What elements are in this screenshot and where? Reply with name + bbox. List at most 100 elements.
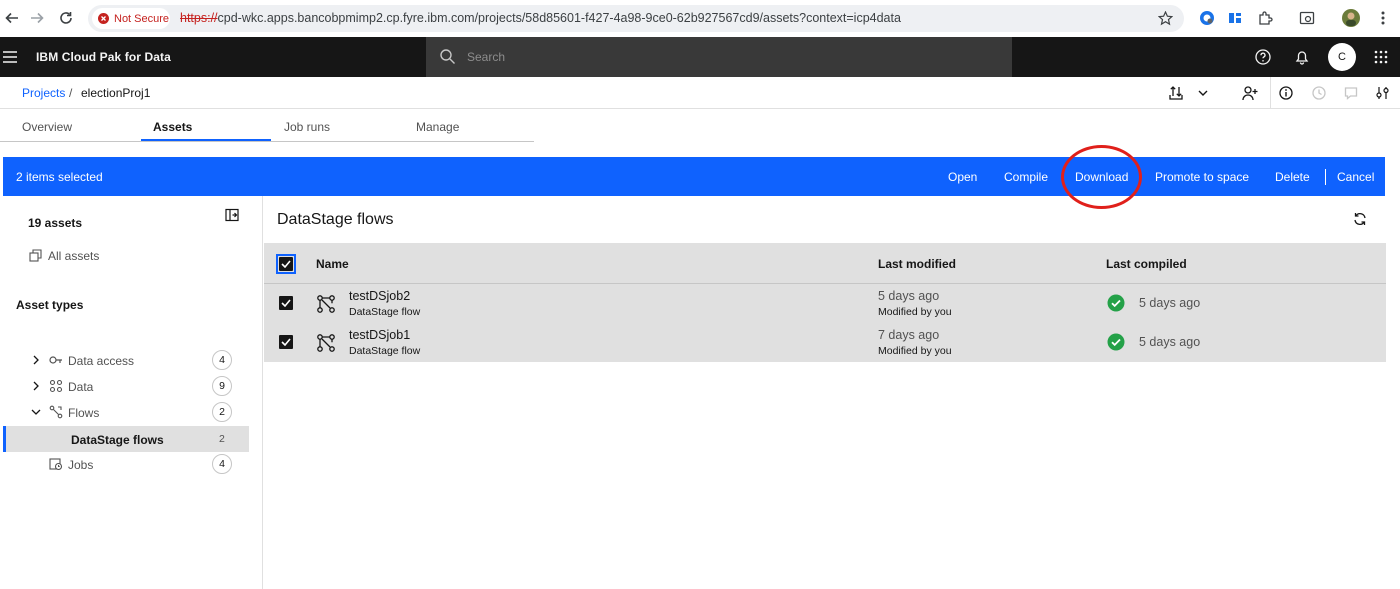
profile-avatar-icon[interactable] [1342, 9, 1360, 27]
security-label: Not Secure [114, 12, 170, 25]
column-header-name[interactable]: Name [316, 257, 349, 271]
delete-button[interactable]: Delete [1275, 170, 1310, 184]
asset-name-link[interactable]: testDSjob1 [349, 328, 410, 342]
table-header: Name Last modified Last compiled [264, 243, 1386, 284]
url-text: https://cpd-wkc.apps.bancobpmimp2.cp.fyr… [180, 11, 901, 25]
column-header-last-modified[interactable]: Last modified [878, 257, 956, 271]
bookmark-star-icon[interactable] [1158, 11, 1173, 26]
tree-item-data[interactable]: Data 9 [3, 373, 249, 399]
add-collaborator-icon[interactable] [1242, 85, 1258, 101]
assets-table: Name Last modified Last compiled testDSj… [264, 243, 1386, 362]
security-indicator[interactable]: Not Secure [92, 8, 170, 29]
cancel-button[interactable]: Cancel [1337, 170, 1374, 184]
hamburger-menu-icon[interactable] [0, 47, 20, 67]
app-header: IBM Cloud Pak for Data Search C [0, 37, 1400, 77]
notification-bell-icon[interactable] [1292, 47, 1312, 67]
count-badge: 2 [212, 402, 232, 422]
tree-item-label: DataStage flows [71, 433, 164, 447]
browser-chrome: Not Secure https://cpd-wkc.apps.bancobpm… [0, 0, 1400, 37]
back-icon[interactable] [2, 8, 22, 28]
assets-count: 19 assets [28, 216, 83, 230]
checkmark-filled-icon [1107, 333, 1125, 351]
address-bar[interactable]: Not Secure https://cpd-wkc.apps.bancobpm… [88, 5, 1184, 32]
tree-item-jobs[interactable]: Jobs 4 [3, 451, 249, 477]
project-tabs: Overview Assets Job runs Manage [0, 110, 534, 142]
copy-icon [29, 249, 43, 263]
row-checkbox[interactable] [279, 335, 293, 349]
last-compiled: 5 days ago [1139, 335, 1201, 349]
settings-adjust-icon[interactable] [1375, 85, 1391, 101]
breadcrumb-projects-link[interactable]: Projects [22, 86, 65, 100]
count-badge: 9 [212, 376, 232, 396]
chevron-right-icon[interactable] [30, 380, 42, 392]
modified-by: Modified by you [878, 306, 952, 318]
asset-types-heading: Asset types [16, 298, 84, 312]
data-icon [49, 379, 63, 393]
all-assets-link[interactable]: All assets [48, 249, 99, 263]
column-header-last-compiled[interactable]: Last compiled [1106, 257, 1187, 271]
table-row[interactable]: testDSjob2 DataStage flow 5 days ago Mod… [264, 284, 1386, 323]
row-checkbox[interactable] [279, 296, 293, 310]
action-divider [1325, 169, 1326, 185]
flows-icon [49, 405, 63, 419]
sidepanel-icon[interactable] [1226, 9, 1244, 27]
tree-item-flows[interactable]: Flows 2 [3, 399, 249, 425]
datastage-flow-icon [316, 294, 336, 314]
tree-item-datastage-flows[interactable]: DataStage flows 2 [3, 426, 249, 452]
global-search[interactable]: Search [426, 37, 1012, 77]
asset-type: DataStage flow [349, 306, 421, 318]
browser-menu-icon[interactable] [1374, 9, 1392, 27]
count-label: 2 [219, 433, 225, 445]
search-icon [440, 49, 455, 64]
collapse-sidebar-icon[interactable] [225, 208, 241, 224]
last-modified: 7 days ago [878, 328, 940, 342]
import-export-icon[interactable] [1168, 85, 1184, 101]
datastage-flow-icon [316, 333, 336, 353]
refresh-icon[interactable] [1353, 212, 1369, 228]
checkbox-checked [279, 257, 293, 271]
promote-to-space-button[interactable]: Promote to space [1155, 170, 1249, 184]
url-scheme: https:// [180, 11, 218, 25]
warning-icon [98, 13, 109, 24]
tree-item-data-access[interactable]: Data access 4 [3, 347, 249, 373]
modified-by: Modified by you [878, 345, 952, 357]
select-all-checkbox[interactable] [276, 254, 296, 274]
tree-item-label: Jobs [68, 458, 94, 472]
count-badge: 4 [212, 454, 232, 474]
tree-item-label: Data [68, 380, 94, 394]
batch-action-bar: 2 items selected Open Compile Download P… [3, 157, 1385, 196]
tab-overview[interactable]: Overview [22, 110, 72, 142]
product-name[interactable]: IBM Cloud Pak for Data [36, 50, 171, 64]
active-tab-indicator [141, 139, 271, 141]
help-icon[interactable] [1253, 47, 1273, 67]
jobs-icon [49, 457, 63, 471]
compile-button[interactable]: Compile [1004, 170, 1048, 184]
tab-assets[interactable]: Assets [153, 110, 192, 142]
info-icon[interactable] [1278, 85, 1294, 101]
tab-search-icon[interactable] [1298, 9, 1316, 27]
reload-icon[interactable] [56, 8, 76, 28]
search-input[interactable]: Search [467, 50, 505, 64]
chevron-right-icon[interactable] [30, 354, 42, 366]
forward-icon[interactable] [27, 8, 47, 28]
comments-icon[interactable] [1343, 85, 1359, 101]
data-access-icon [49, 353, 63, 367]
toolbar-divider [1270, 77, 1271, 109]
table-row[interactable]: testDSjob1 DataStage flow 7 days ago Mod… [264, 323, 1386, 362]
url-path: cpd-wkc.apps.bancobpmimp2.cp.fyre.ibm.co… [217, 11, 901, 25]
user-avatar[interactable]: C [1328, 43, 1356, 71]
extension-icon[interactable] [1198, 9, 1216, 27]
annotation-circle [1061, 145, 1142, 209]
chevron-down-icon[interactable] [30, 406, 42, 418]
count-badge: 4 [212, 350, 232, 370]
tree-item-label: Flows [68, 406, 100, 420]
asset-name-link[interactable]: testDSjob2 [349, 289, 410, 303]
history-icon[interactable] [1311, 85, 1327, 101]
tab-manage[interactable]: Manage [416, 110, 459, 142]
breadcrumb-separator: / [69, 86, 73, 100]
app-switcher-icon[interactable] [1371, 47, 1391, 67]
tab-job-runs[interactable]: Job runs [284, 110, 330, 142]
chevron-down-icon[interactable] [1195, 85, 1211, 101]
open-button[interactable]: Open [948, 170, 977, 184]
puzzle-icon[interactable] [1256, 9, 1274, 27]
